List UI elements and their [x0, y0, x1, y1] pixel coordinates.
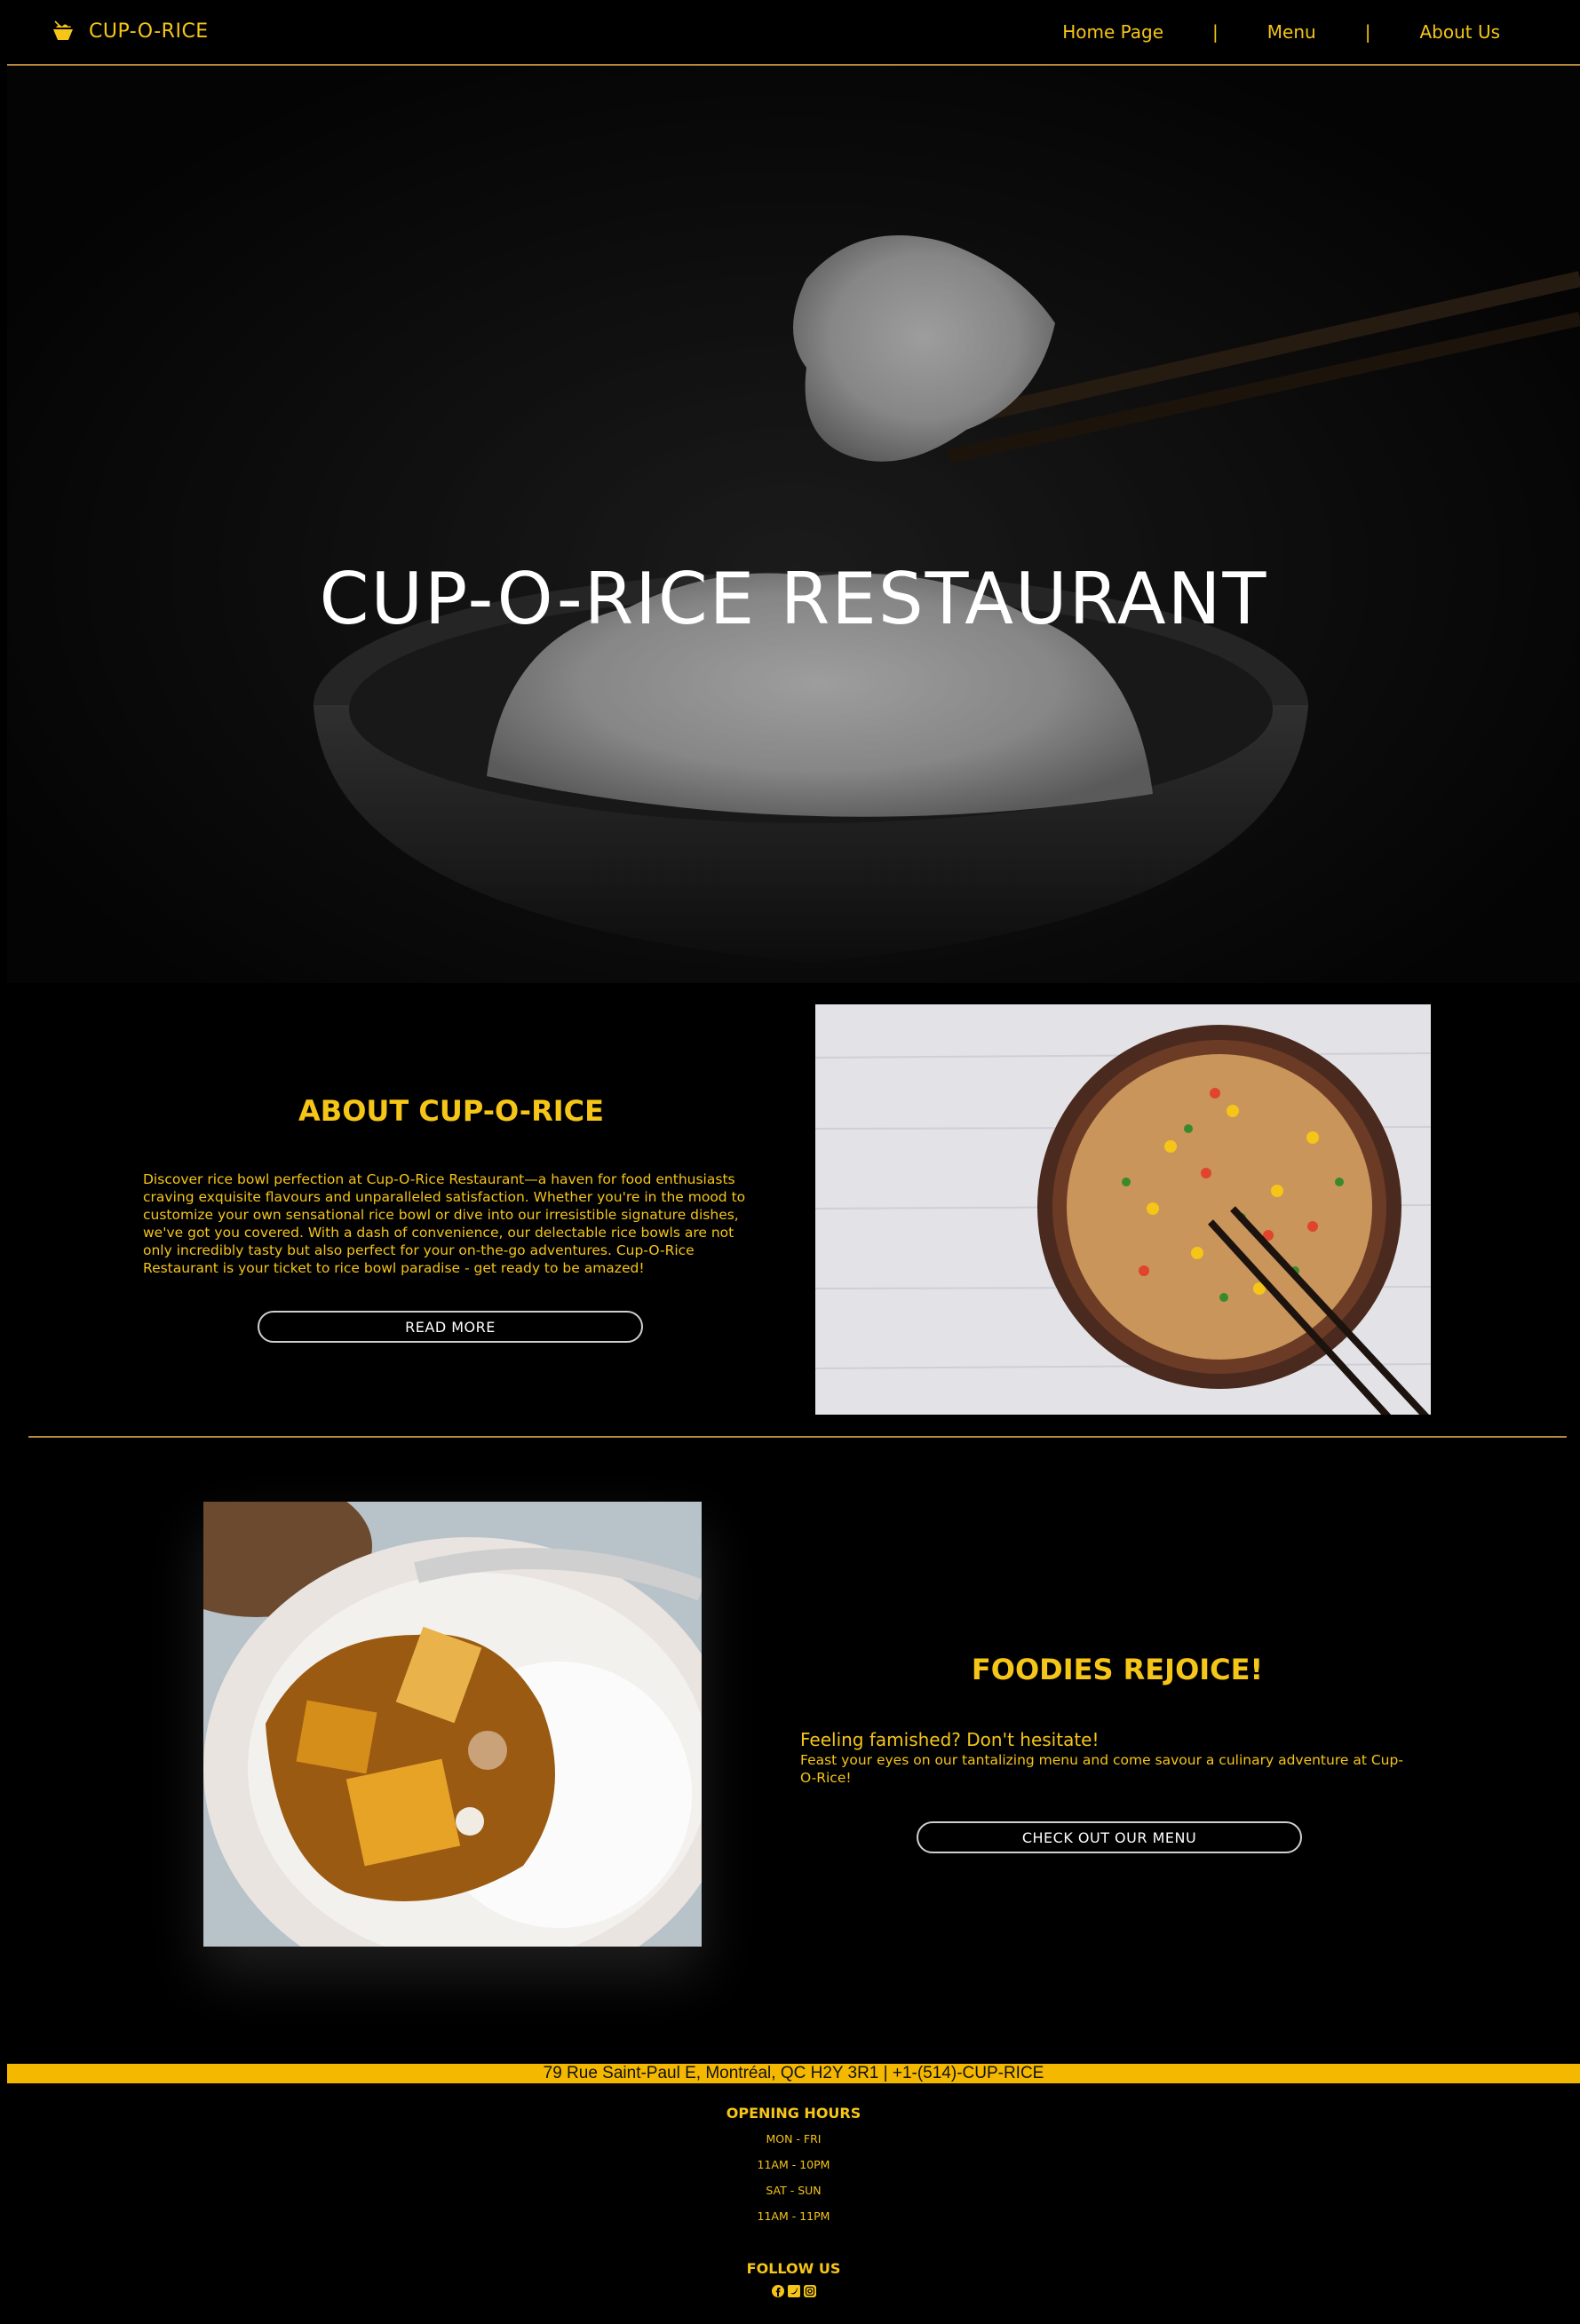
nav-separator: | [1364, 21, 1371, 43]
read-more-button[interactable]: READ MORE [258, 1311, 643, 1343]
brand-logo[interactable]: CUP-O-RICE [52, 20, 209, 43]
section-divider [28, 1436, 1567, 1438]
brand-name: CUP-O-RICE [89, 20, 209, 43]
main-nav: Home Page | Menu | About Us [1062, 21, 1500, 43]
opening-hours-heading: OPENING HOURS [726, 2105, 861, 2122]
hours-time-weekday: 11AM - 10PM [757, 2158, 830, 2171]
address-bar: 79 Rue Saint-Paul E, Montréal, QC H2Y 3R… [7, 2064, 1580, 2083]
foodies-subtitle: Feeling famished? Don't hesitate! [800, 1729, 1100, 1750]
foodies-description: Feast your eyes on our tantalizing menu … [800, 1752, 1403, 1786]
check-menu-button[interactable]: CHECK OUT OUR MENU [917, 1821, 1302, 1853]
rice-bowl-icon [52, 20, 75, 43]
about-description: Discover rice bowl perfection at Cup-O-R… [143, 1171, 746, 1276]
follow-us-heading: FOLLOW US [746, 2260, 841, 2277]
nav-about-us[interactable]: About Us [1419, 21, 1500, 43]
site-header: CUP-O-RICE Home Page | Menu | About Us [7, 0, 1580, 66]
social-links [7, 2284, 1580, 2302]
page: CUP-O-RICE Home Page | Menu | About Us C… [7, 0, 1580, 2324]
facebook-icon[interactable] [771, 2284, 785, 2302]
twitter-icon[interactable] [787, 2284, 801, 2302]
hero-rice-bowl-image [7, 66, 1580, 983]
about-heading: ABOUT CUP-O-RICE [298, 1094, 604, 1128]
foodies-heading: FOODIES REJOICE! [971, 1653, 1264, 1686]
hours-time-weekend: 11AM - 11PM [757, 2209, 830, 2223]
curry-rice-image [203, 1502, 702, 1947]
nav-separator: | [1212, 21, 1219, 43]
fried-rice-image [815, 1004, 1431, 1415]
hero-banner: CUP-O-RICE RESTAURANT [7, 66, 1580, 983]
hero-title: CUP-O-RICE RESTAURANT [319, 557, 1268, 640]
site-footer: OPENING HOURS MON - FRI 11AM - 10PM SAT … [7, 2105, 1580, 2302]
nav-home-page[interactable]: Home Page [1062, 21, 1163, 43]
nav-menu[interactable]: Menu [1267, 21, 1316, 43]
hours-days-weekday: MON - FRI [766, 2132, 822, 2146]
hours-days-weekend: SAT - SUN [766, 2184, 822, 2197]
instagram-icon[interactable] [803, 2284, 817, 2302]
